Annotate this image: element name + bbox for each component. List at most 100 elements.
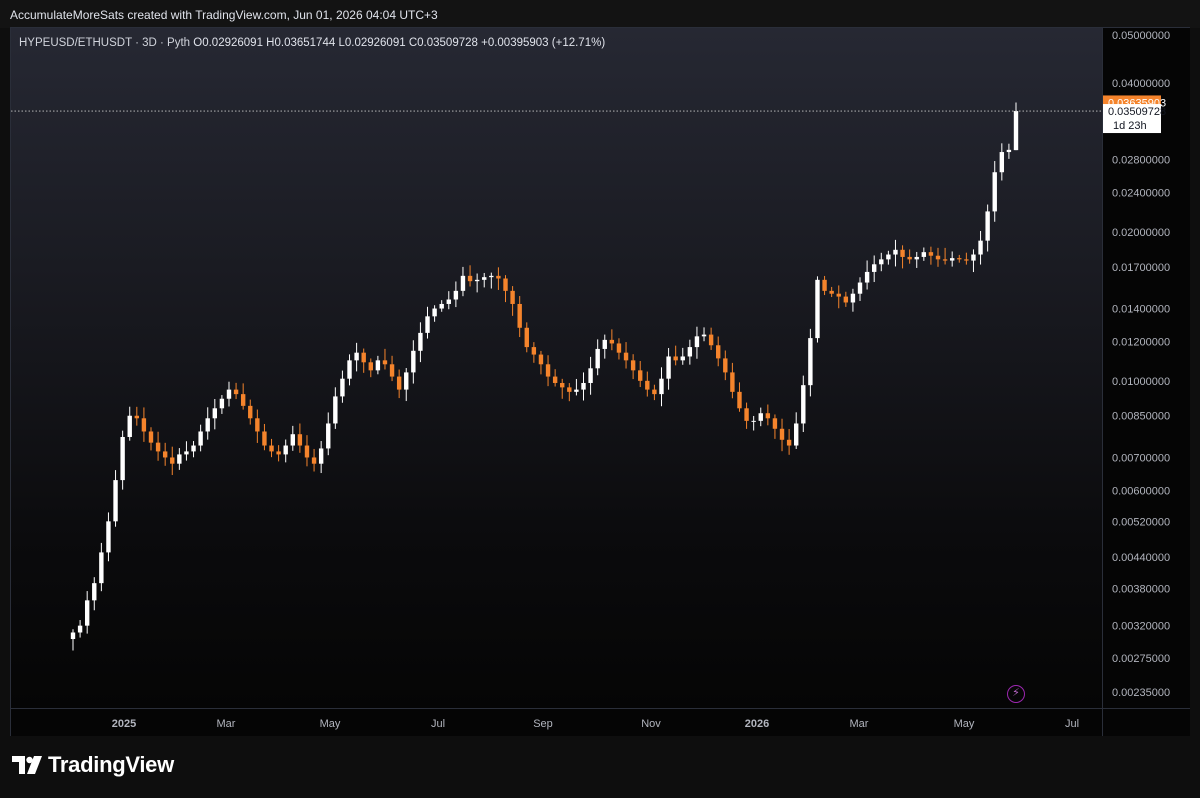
candle-body bbox=[311, 457, 317, 464]
candle bbox=[574, 378, 579, 396]
candle-body bbox=[836, 293, 841, 297]
candle bbox=[652, 384, 657, 401]
candle-body bbox=[290, 434, 295, 446]
time-tick-label: May bbox=[954, 718, 975, 730]
candle-body bbox=[418, 332, 423, 351]
candle bbox=[949, 251, 955, 267]
candle-body bbox=[318, 448, 324, 464]
candle bbox=[964, 252, 969, 265]
candle-body bbox=[162, 451, 168, 458]
candle-body bbox=[794, 423, 799, 446]
candle-body bbox=[453, 290, 459, 300]
candle bbox=[829, 286, 834, 298]
candle-body bbox=[446, 299, 451, 304]
candle bbox=[205, 407, 210, 440]
candle bbox=[971, 249, 976, 273]
candle bbox=[645, 371, 650, 397]
price-tick-label: 0.00700000 bbox=[1112, 452, 1170, 464]
legend-symbol: HYPEUSD/ETHUSDT · 3D · Pyth bbox=[19, 37, 191, 49]
candle bbox=[765, 404, 771, 426]
candle-body bbox=[716, 345, 721, 359]
price-axis-labels: 0.05000000 0.04000000 0.02800000 0.02400000… bbox=[1103, 30, 1170, 699]
ohlc-legend: HYPEUSD/ETHUSDT · 3D · Pyth O0.02926091 … bbox=[19, 37, 605, 49]
candle bbox=[361, 348, 366, 373]
time-tick-label: Jul bbox=[1065, 718, 1079, 730]
candle-body bbox=[992, 172, 997, 212]
time-axis[interactable]: 2025 Mar May Jul Sep Nov 2026 Mar May Jul bbox=[11, 708, 1102, 736]
candle-body bbox=[552, 376, 558, 383]
candle bbox=[283, 439, 288, 463]
candle-body bbox=[382, 360, 388, 365]
time-axis-labels: 2025 Mar May Jul Sep Nov 2026 Mar May Jul bbox=[112, 718, 1079, 730]
candle-body bbox=[567, 387, 572, 392]
candle-body bbox=[623, 352, 629, 361]
plot-area[interactable] bbox=[11, 28, 1102, 708]
candle-body bbox=[170, 457, 175, 464]
candle-body bbox=[808, 338, 813, 386]
candle bbox=[850, 288, 856, 312]
candle bbox=[630, 354, 636, 380]
candle bbox=[318, 441, 324, 474]
candle bbox=[340, 370, 345, 403]
candle bbox=[999, 143, 1005, 181]
candle bbox=[680, 347, 685, 365]
candle-body bbox=[772, 418, 778, 429]
candle-body bbox=[396, 376, 402, 390]
candle-body bbox=[673, 356, 678, 361]
tradingview-mark-icon bbox=[12, 756, 42, 774]
candle bbox=[879, 252, 884, 272]
candle-body bbox=[375, 360, 381, 371]
price-tick-label: 0.01200000 bbox=[1112, 337, 1170, 349]
candle bbox=[758, 407, 763, 427]
candle-body bbox=[921, 252, 927, 257]
candle bbox=[503, 275, 508, 303]
axis-corner bbox=[1102, 708, 1190, 736]
candle-body bbox=[574, 389, 579, 392]
candle-body bbox=[177, 454, 182, 464]
candle-body bbox=[134, 415, 140, 419]
candle bbox=[262, 423, 267, 451]
candle bbox=[77, 620, 83, 638]
candle-body bbox=[276, 451, 281, 455]
price-tick-label: 0.00320000 bbox=[1112, 621, 1170, 633]
candle bbox=[155, 431, 161, 461]
candle-body bbox=[886, 254, 891, 260]
candle bbox=[588, 356, 593, 395]
candle-body bbox=[949, 258, 955, 261]
candle-body bbox=[531, 347, 537, 355]
candle-body bbox=[957, 258, 962, 260]
time-tick-label: Mar bbox=[850, 718, 869, 730]
candle-body bbox=[893, 249, 898, 255]
legend-high: 0.03651744 bbox=[274, 37, 336, 49]
lightning-icon[interactable]: ⚡ bbox=[1007, 685, 1025, 703]
candle bbox=[396, 369, 402, 399]
candle bbox=[942, 247, 948, 265]
candle bbox=[517, 296, 522, 338]
candle bbox=[992, 161, 997, 222]
legend-low: 0.02926091 bbox=[344, 37, 406, 49]
candle bbox=[560, 378, 565, 399]
candle bbox=[510, 286, 515, 316]
candle bbox=[808, 328, 813, 397]
candle bbox=[482, 272, 487, 288]
candle-body bbox=[871, 264, 877, 272]
price-axis[interactable]: 0.05000000 0.04000000 0.02800000 0.02400000… bbox=[1102, 28, 1190, 708]
candle bbox=[801, 375, 806, 433]
candle bbox=[531, 342, 537, 363]
candle-body bbox=[609, 339, 615, 344]
candle-body bbox=[935, 255, 941, 260]
candle-body bbox=[1006, 149, 1012, 153]
candle bbox=[609, 329, 615, 351]
candle bbox=[162, 442, 168, 466]
candle bbox=[141, 407, 147, 442]
candle-body bbox=[326, 423, 331, 449]
candlestick-series bbox=[11, 102, 1102, 651]
price-tick-label: 0.00600000 bbox=[1112, 486, 1170, 498]
candle bbox=[184, 441, 189, 461]
price-tick-label: 0.01400000 bbox=[1112, 304, 1170, 316]
price-tick-label: 0.04000000 bbox=[1112, 78, 1170, 90]
candle-body bbox=[255, 418, 260, 432]
candle bbox=[900, 245, 905, 269]
candle-body bbox=[701, 334, 707, 337]
candle bbox=[276, 445, 281, 462]
